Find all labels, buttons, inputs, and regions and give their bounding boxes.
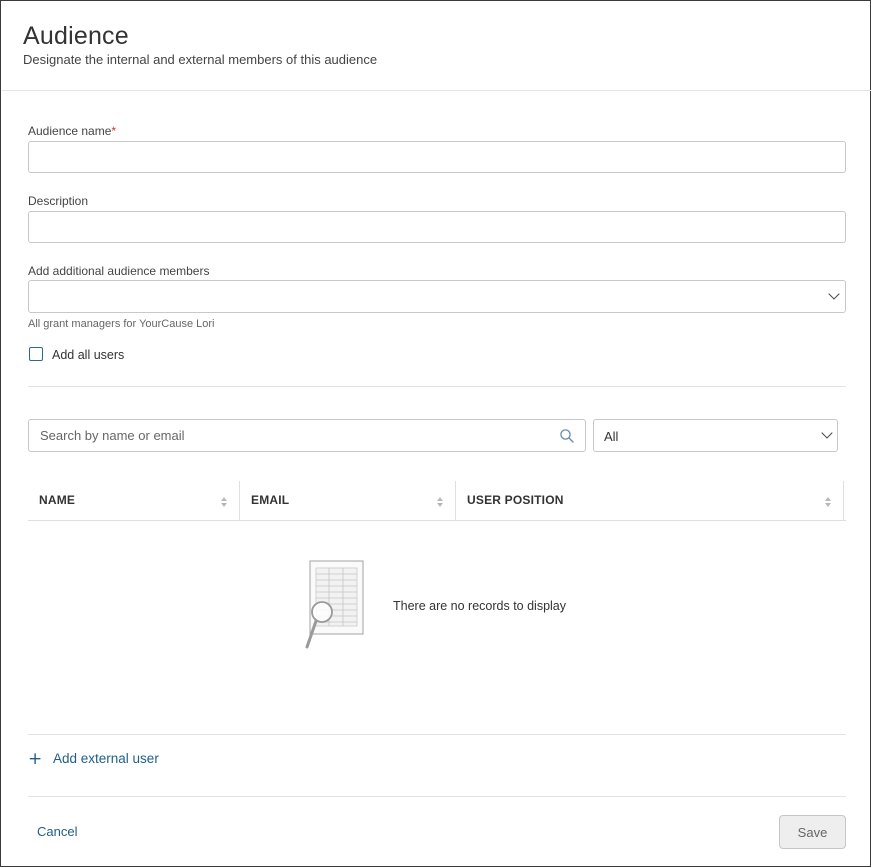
footer-divider (28, 796, 846, 797)
search-icon[interactable] (559, 428, 575, 444)
sort-icon[interactable] (220, 496, 228, 508)
chevron-down-icon (828, 288, 840, 300)
cancel-button[interactable]: Cancel (37, 824, 77, 839)
user-filter-select[interactable]: All (593, 419, 838, 452)
description-input[interactable] (28, 211, 846, 243)
section-divider (28, 386, 846, 387)
add-all-users-label[interactable]: Add all users (52, 348, 124, 362)
column-label: USER POSITION (467, 493, 564, 507)
additional-members-select[interactable] (28, 280, 846, 313)
column-header-name[interactable]: NAME (28, 481, 240, 521)
search-box (28, 419, 586, 452)
description-label: Description (28, 194, 89, 208)
search-input[interactable] (29, 420, 549, 451)
sort-icon[interactable] (436, 496, 444, 508)
chevron-down-icon (821, 427, 833, 439)
column-label: NAME (39, 493, 76, 507)
section-divider (28, 734, 846, 735)
column-label: EMAIL (251, 493, 290, 507)
table-header: NAME EMAIL USER POSITION (28, 481, 846, 521)
column-divider (843, 481, 844, 521)
additional-members-help: All grant managers for YourCause Lori (28, 318, 215, 330)
page-title: Audience (23, 22, 129, 50)
save-button[interactable]: Save (779, 815, 846, 849)
audience-dialog: Audience Designate the internal and exte… (0, 0, 871, 867)
empty-state-message: There are no records to display (393, 599, 567, 613)
user-filter-value: All (604, 429, 619, 444)
column-header-user-position[interactable]: USER POSITION (456, 481, 844, 521)
audience-name-label-text: Audience name (28, 124, 112, 138)
audience-name-label: Audience name* (28, 124, 116, 138)
sort-icon[interactable] (824, 496, 832, 508)
page-subtitle: Designate the internal and external memb… (23, 52, 378, 67)
audience-name-input[interactable] (28, 141, 846, 173)
dialog-header: Audience Designate the internal and exte… (2, 2, 871, 91)
no-records-illustration (305, 560, 364, 649)
column-header-email[interactable]: EMAIL (240, 481, 456, 521)
add-all-users-checkbox[interactable] (29, 347, 43, 361)
required-mark: * (111, 124, 117, 138)
add-external-user-label[interactable]: Add external user (53, 751, 159, 766)
additional-members-label: Add additional audience members (28, 264, 210, 278)
plus-icon: + (28, 749, 43, 769)
